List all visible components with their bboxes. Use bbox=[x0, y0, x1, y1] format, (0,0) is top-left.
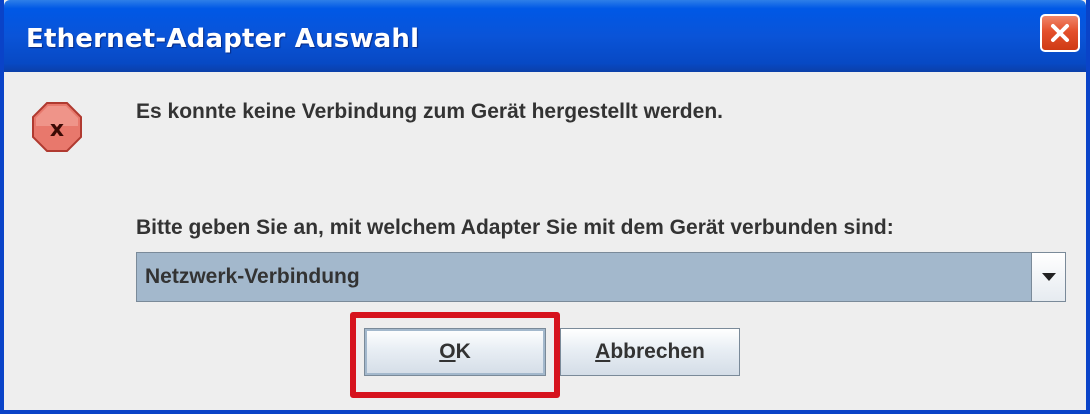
ok-rest: K bbox=[455, 340, 471, 363]
chevron-down-icon bbox=[1041, 273, 1056, 281]
svg-text:x: x bbox=[50, 117, 64, 142]
error-icon: x bbox=[32, 102, 82, 152]
ok-button[interactable]: OK bbox=[364, 328, 546, 376]
cancel-mnemonic: A bbox=[595, 340, 611, 363]
title-bar[interactable]: Ethernet-Adapter Auswahl bbox=[4, 0, 1086, 72]
window-title: Ethernet-Adapter Auswahl bbox=[26, 24, 420, 54]
dialog-content: x Es konnte keine Verbindung zum Gerät h… bbox=[4, 72, 1086, 410]
cancel-button-label: Abbrechen bbox=[595, 340, 705, 364]
adapter-select-arrow[interactable] bbox=[1031, 253, 1065, 301]
cancel-button[interactable]: Abbrechen bbox=[560, 328, 740, 376]
close-x-icon bbox=[1051, 24, 1069, 42]
close-button[interactable] bbox=[1040, 14, 1080, 52]
ok-button-label: OK bbox=[439, 340, 471, 364]
error-message: Es konnte keine Verbindung zum Gerät her… bbox=[136, 100, 723, 123]
adapter-select-value: Netzwerk-Verbindung bbox=[145, 265, 360, 288]
cancel-rest: bbrechen bbox=[610, 340, 705, 363]
ok-mnemonic: O bbox=[439, 340, 456, 363]
adapter-prompt: Bitte geben Sie an, mit welchem Adapter … bbox=[136, 216, 894, 239]
dialog-window: Ethernet-Adapter Auswahl x Es konnte kei… bbox=[0, 0, 1090, 414]
adapter-select[interactable]: Netzwerk-Verbindung bbox=[136, 252, 1066, 302]
